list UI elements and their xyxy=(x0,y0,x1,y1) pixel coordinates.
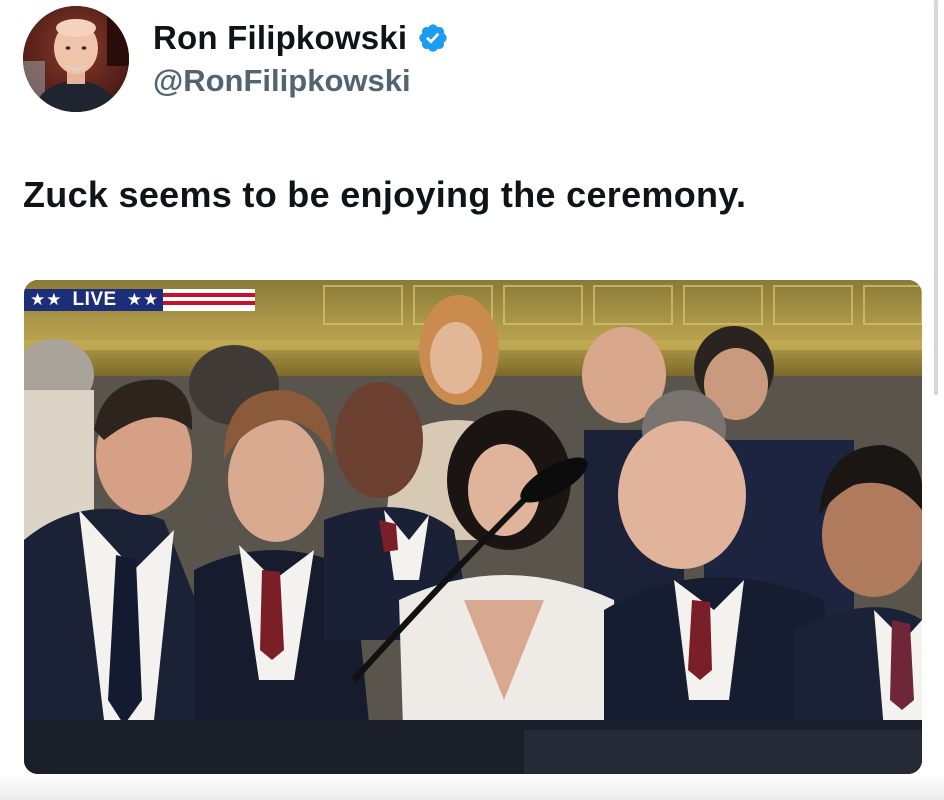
live-bar: ★★ LIVE ★★ xyxy=(24,289,164,311)
tweet-header: Ron Filipkowski @RonFilipkowski xyxy=(23,5,449,113)
display-name-row: Ron Filipkowski xyxy=(153,19,449,57)
live-stars-left: ★★ xyxy=(30,290,63,309)
tweet-screenshot: Ron Filipkowski @RonFilipkowski Zuck see… xyxy=(0,0,944,800)
avatar[interactable] xyxy=(23,6,129,112)
author-handle[interactable]: @RonFilipkowski xyxy=(153,63,449,99)
display-name[interactable]: Ron Filipkowski xyxy=(153,19,407,57)
live-stars-right: ★★ xyxy=(126,290,160,309)
video-frame xyxy=(24,280,922,774)
flag-stripes xyxy=(163,289,256,311)
live-label: LIVE xyxy=(72,289,117,310)
verified-badge-icon xyxy=(419,24,447,52)
author-names: Ron Filipkowski @RonFilipkowski xyxy=(153,19,449,99)
avatar-image xyxy=(23,6,129,112)
bottom-edge xyxy=(0,774,944,800)
live-badge: ★★ LIVE ★★ xyxy=(24,288,256,312)
scrollbar[interactable] xyxy=(934,0,938,395)
tweet-text: Zuck seems to be enjoying the ceremony. xyxy=(23,174,747,215)
tweet-media[interactable]: ★★ LIVE ★★ xyxy=(24,280,922,774)
